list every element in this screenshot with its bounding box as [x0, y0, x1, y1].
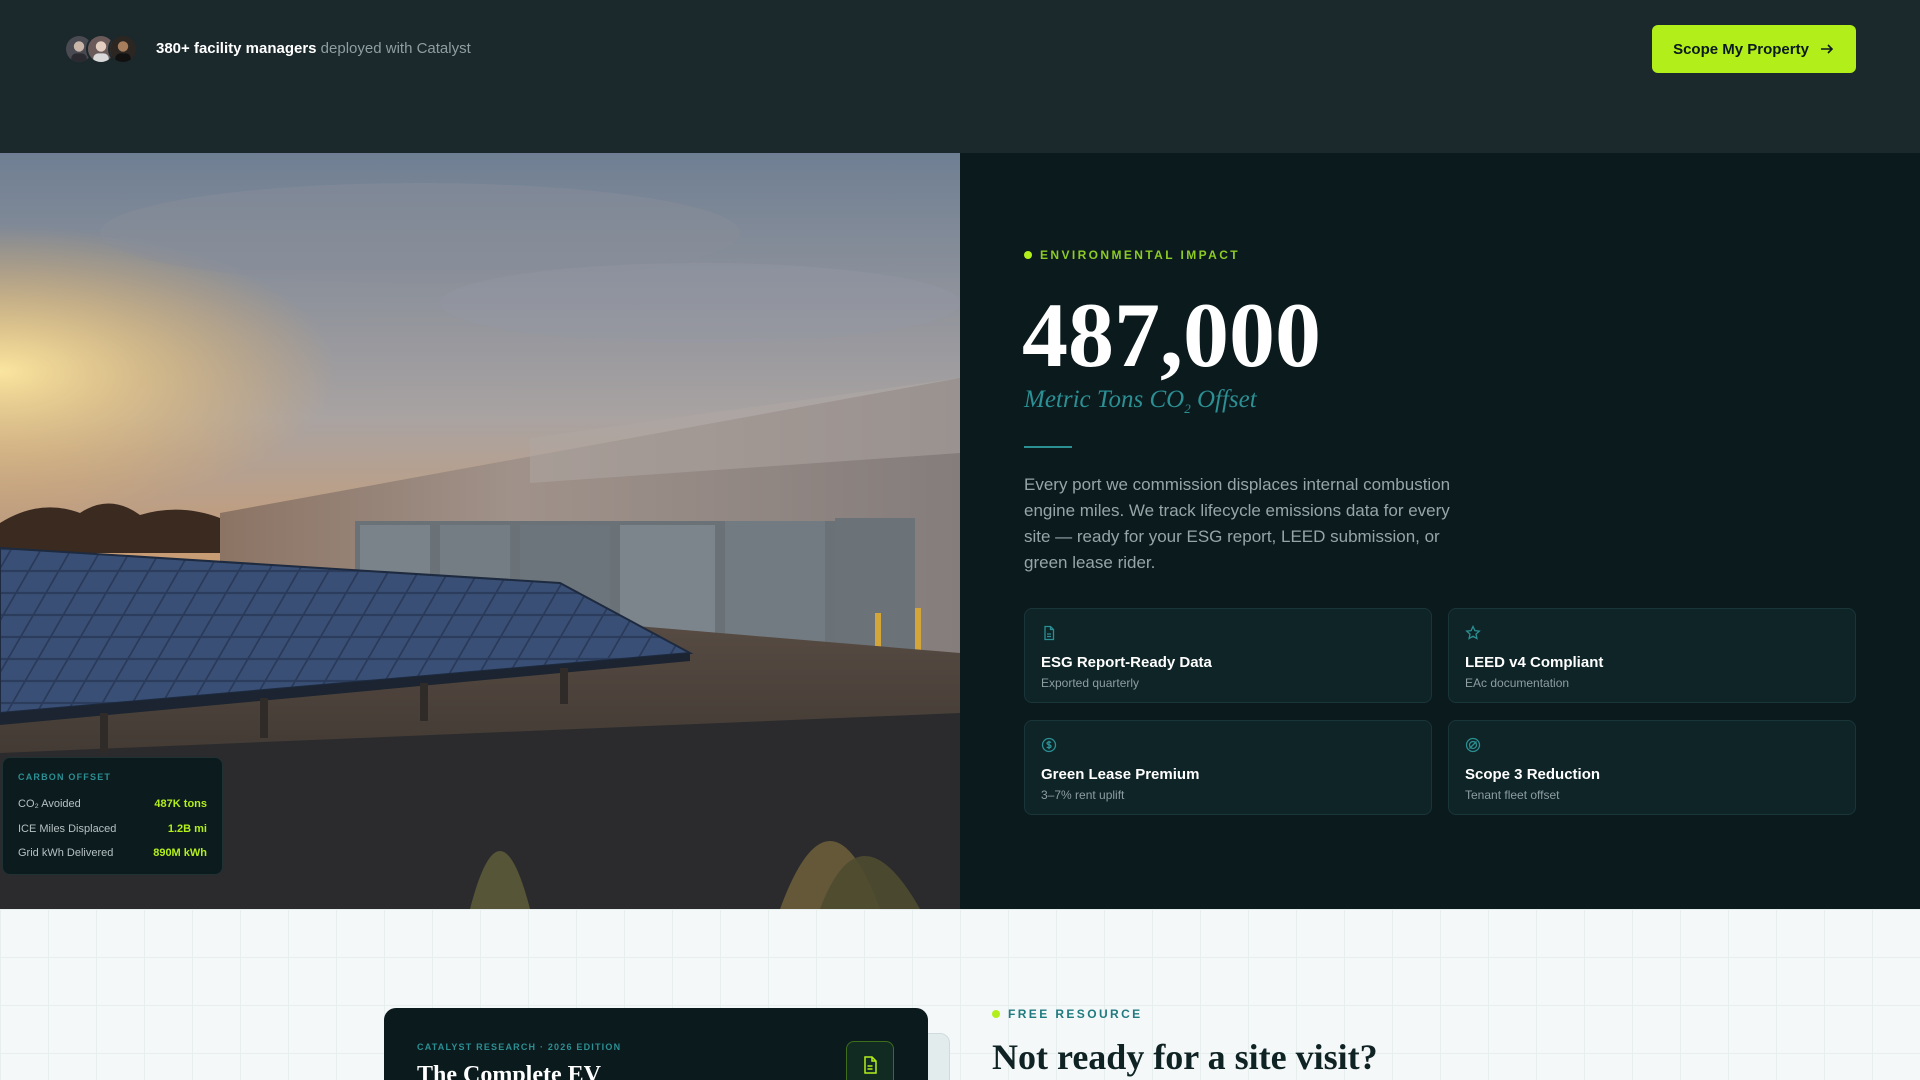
- resource-eyebrow-text: FREE RESOURCE: [1008, 1007, 1143, 1021]
- impact-eyebrow-text: ENVIRONMENTAL IMPACT: [1040, 248, 1240, 262]
- feature-sub: Tenant fleet offset: [1465, 788, 1560, 802]
- arrow-right-icon: [1820, 44, 1834, 54]
- feature-card-leed: LEED v4 Compliant EAc documentation: [1448, 608, 1856, 703]
- doc-title: The Complete EV: [417, 1062, 601, 1080]
- impact-number: 487,000: [1022, 284, 1321, 386]
- document-icon: [1044, 625, 1055, 641]
- offset-row: Grid kWh Delivered 890M kWh: [18, 841, 207, 866]
- star-icon: [1465, 624, 1481, 640]
- offset-row: CO₂ Avoided 487K tons: [18, 792, 207, 817]
- impact-subtitle-main: Metric Tons CO: [1024, 386, 1185, 413]
- resource-title: Not ready for a site visit?: [992, 1037, 1378, 1077]
- target-icon: [1465, 737, 1481, 753]
- feature-card-green-lease: Green Lease Premium 3–7% rent uplift: [1024, 720, 1432, 815]
- status-dot: [1024, 251, 1032, 259]
- impact-subtitle: Metric Tons CO2 Offset: [1024, 386, 1257, 417]
- impact-eyebrow: ENVIRONMENTAL IMPACT: [1024, 248, 1240, 262]
- offset-row: ICE Miles Displaced 1.2B mi: [18, 817, 207, 842]
- avatar-group: [64, 34, 138, 64]
- social-proof-highlight: 380+ facility managers: [156, 40, 317, 57]
- feature-title: ESG Report-Ready Data: [1041, 654, 1212, 671]
- offset-row-value: 487K tons: [154, 798, 207, 811]
- feature-card-esg: ESG Report-Ready Data Exported quarterly: [1024, 608, 1432, 703]
- dollar-icon: [1041, 737, 1057, 753]
- impact-description: Every port we commission displaces inter…: [1024, 475, 1451, 572]
- divider: [1024, 446, 1072, 448]
- feature-sub: Exported quarterly: [1041, 676, 1140, 690]
- scope-my-property-button[interactable]: Scope My Property: [1652, 25, 1856, 73]
- offset-row-value: 1.2B mi: [167, 822, 207, 835]
- feature-title: Scope 3 Reduction: [1465, 766, 1601, 783]
- offset-row-label: CO₂ Avoided: [18, 798, 81, 811]
- file-text-icon: [864, 1056, 877, 1074]
- social-proof-rest: deployed with Catalyst: [316, 40, 471, 57]
- offset-row-label: Grid kWh Delivered: [18, 847, 114, 860]
- top-bar: 380+ facility managers deployed with Cat…: [0, 0, 1920, 153]
- resource-eyebrow: FREE RESOURCE: [992, 1007, 1143, 1021]
- feature-title: LEED v4 Compliant: [1465, 654, 1604, 671]
- feature-sub: EAc documentation: [1465, 676, 1570, 690]
- resource-section: [0, 909, 1920, 1080]
- social-proof-text: 380+ facility managers deployed with Cat…: [156, 40, 471, 58]
- offset-row-value: 890M kWh: [153, 847, 207, 860]
- carbon-offset-card: CARBON OFFSET CO₂ Avoided 487K tons ICE …: [2, 757, 223, 875]
- carbon-offset-label: CARBON OFFSET: [18, 772, 112, 782]
- feature-title: Green Lease Premium: [1041, 766, 1200, 783]
- cta-label: Scope My Property: [1673, 40, 1809, 58]
- feature-sub: 3–7% rent uplift: [1041, 788, 1125, 802]
- avatar: [108, 34, 138, 64]
- feature-card-scope3: Scope 3 Reduction Tenant fleet offset: [1448, 720, 1856, 815]
- doc-file-icon-badge: [846, 1041, 894, 1080]
- doc-meta: CATALYST RESEARCH · 2026 EDITION: [417, 1042, 622, 1052]
- status-dot: [992, 1010, 1000, 1018]
- offset-row-label: ICE Miles Displaced: [18, 822, 117, 835]
- impact-subtitle-end: Offset: [1190, 386, 1257, 413]
